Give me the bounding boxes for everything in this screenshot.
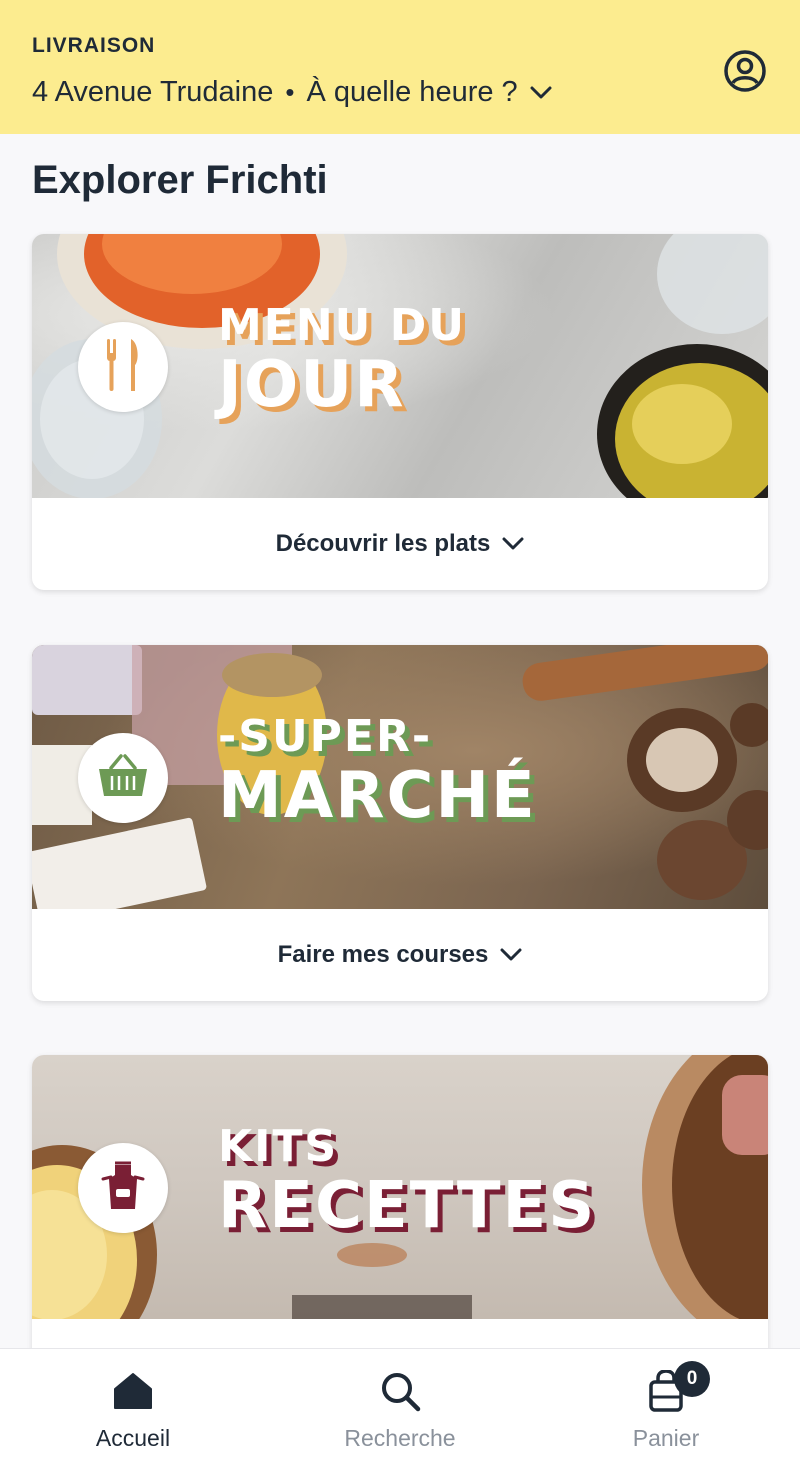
cutlery-icon	[103, 337, 143, 398]
apron-icon	[99, 1161, 147, 1216]
nav-cart-label: Panier	[632, 1425, 700, 1451]
menu-du-jour-card[interactable]: MENU DU JOUR Découvrir les plats	[32, 234, 768, 590]
banner-title-line1: KITS	[218, 1121, 339, 1172]
delivery-time-prompt: À quelle heure ?	[306, 76, 518, 108]
supermarche-banner[interactable]: -SUPER- MARCHÉ	[32, 645, 768, 909]
nav-search-label: Recherche	[344, 1425, 456, 1451]
home-icon	[113, 1369, 153, 1413]
basket-icon	[97, 753, 149, 803]
nav-home[interactable]: Accueil	[33, 1349, 233, 1458]
delivery-header: LIVRAISON 4 Avenue Trudaine • À quelle h…	[0, 0, 800, 134]
cart-count-badge: 0	[674, 1361, 710, 1397]
nav-search[interactable]: Recherche	[300, 1349, 500, 1458]
banner-title-line2: MARCHÉ	[218, 759, 537, 833]
kits-recettes-title: KITS RECETTES	[218, 1121, 597, 1243]
nav-home-label: Accueil	[95, 1425, 171, 1451]
supermarche-card[interactable]: -SUPER- MARCHÉ Faire mes courses	[32, 645, 768, 1001]
profile-icon[interactable]	[722, 48, 768, 94]
delivery-label: LIVRAISON	[32, 34, 156, 57]
banner-title-line2: RECETTES	[218, 1169, 597, 1243]
do-shopping-label: Faire mes courses	[277, 941, 489, 968]
discover-dishes-label: Découvrir les plats	[275, 530, 491, 557]
separator-dot: •	[285, 77, 295, 107]
shopping-bag-icon: 0	[648, 1361, 710, 1413]
search-icon	[379, 1369, 421, 1413]
banner-title-line1: -SUPER-	[218, 711, 433, 762]
menu-du-jour-banner[interactable]: MENU DU JOUR	[32, 234, 768, 498]
kits-recettes-banner[interactable]: KITS RECETTES	[32, 1055, 768, 1319]
chevron-down-icon	[530, 86, 552, 100]
supermarche-title: -SUPER- MARCHÉ	[218, 711, 537, 833]
cutlery-badge	[78, 322, 168, 412]
banner-title-line1: MENU DU	[218, 300, 466, 351]
delivery-address: 4 Avenue Trudaine	[32, 76, 274, 108]
chevron-down-icon	[502, 537, 524, 551]
chevron-down-icon	[500, 948, 522, 962]
delivery-address-selector[interactable]: 4 Avenue Trudaine • À quelle heure ?	[32, 76, 552, 109]
nav-cart[interactable]: 0 Panier	[566, 1349, 766, 1458]
basket-badge	[78, 733, 168, 823]
menu-du-jour-title: MENU DU JOUR	[218, 300, 466, 422]
page-title: Explorer Frichti	[32, 158, 328, 202]
apron-badge	[78, 1143, 168, 1233]
bottom-navigation: Accueil Recherche 0 Panier	[0, 1348, 800, 1458]
banner-title-line2: JOUR	[218, 348, 406, 422]
discover-dishes-button[interactable]: Découvrir les plats	[32, 498, 768, 590]
do-shopping-button[interactable]: Faire mes courses	[32, 909, 768, 1001]
